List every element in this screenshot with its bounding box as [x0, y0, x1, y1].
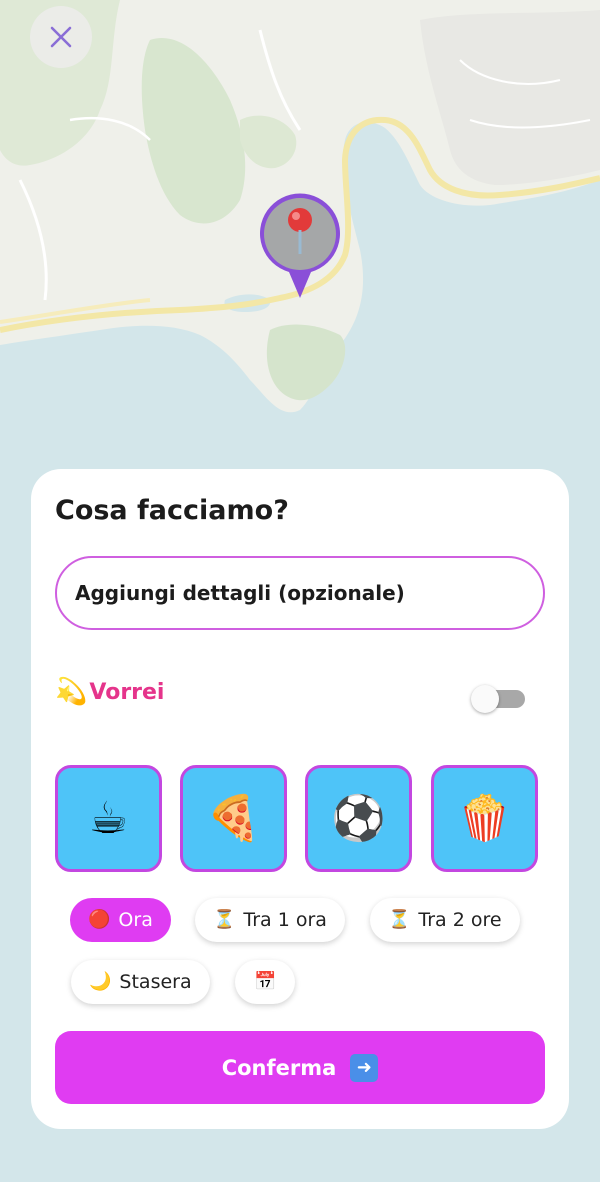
toggle-knob — [471, 685, 499, 713]
activity-popcorn[interactable]: 🍿 — [431, 765, 538, 872]
soccer-ball-icon: ⚽ — [331, 792, 386, 844]
calendar-icon: 📅 — [254, 971, 277, 992]
sparkle-icon: 💫 — [55, 677, 88, 707]
activity-coffee[interactable]: ☕ — [55, 765, 162, 872]
hourglass-icon: ⏳ — [388, 909, 411, 930]
chip-in-1-hour[interactable]: ⏳ Tra 1 ora — [195, 898, 345, 942]
details-input-text: Aggiungi dettagli (opzionale) — [75, 581, 405, 605]
bottom-sheet: Cosa facciamo? Aggiungi dettagli (opzion… — [31, 469, 569, 1129]
activity-soccer[interactable]: ⚽ — [305, 765, 412, 872]
confirm-label: Conferma — [221, 1055, 337, 1080]
confirm-button[interactable]: Conferma ➜ — [55, 1031, 545, 1104]
chip-label: Stasera — [119, 971, 192, 993]
chip-label: Tra 2 ore — [418, 909, 502, 931]
chip-in-2-hours[interactable]: ⏳ Tra 2 ore — [370, 898, 520, 942]
close-button[interactable] — [30, 6, 92, 68]
wish-label: Vorrei — [89, 679, 165, 705]
chip-calendar[interactable]: 📅 — [235, 960, 296, 1004]
red-circle-icon: 🔴 — [88, 909, 111, 930]
wish-toggle[interactable] — [471, 685, 525, 713]
activity-pizza[interactable]: 🍕 — [180, 765, 287, 872]
location-pin-icon — [260, 193, 340, 298]
crescent-moon-icon: 🌙 — [89, 971, 112, 992]
coffee-icon: ☕ — [88, 792, 129, 844]
chip-tonight[interactable]: 🌙 Stasera — [71, 960, 210, 1004]
hourglass-icon: ⏳ — [213, 909, 236, 930]
chip-label: Ora — [118, 909, 153, 931]
wish-row: 💫 Vorrei — [55, 679, 164, 705]
location-marker[interactable] — [257, 192, 343, 300]
sheet-title: Cosa facciamo? — [55, 495, 289, 526]
chip-now[interactable]: 🔴 Ora — [70, 898, 171, 942]
right-arrow-icon: ➜ — [350, 1053, 379, 1082]
details-input[interactable]: Aggiungi dettagli (opzionale) — [55, 556, 545, 630]
chip-label: Tra 1 ora — [243, 909, 327, 931]
pizza-icon: 🍕 — [206, 792, 261, 844]
close-icon — [50, 26, 72, 48]
popcorn-icon: 🍿 — [457, 792, 512, 844]
